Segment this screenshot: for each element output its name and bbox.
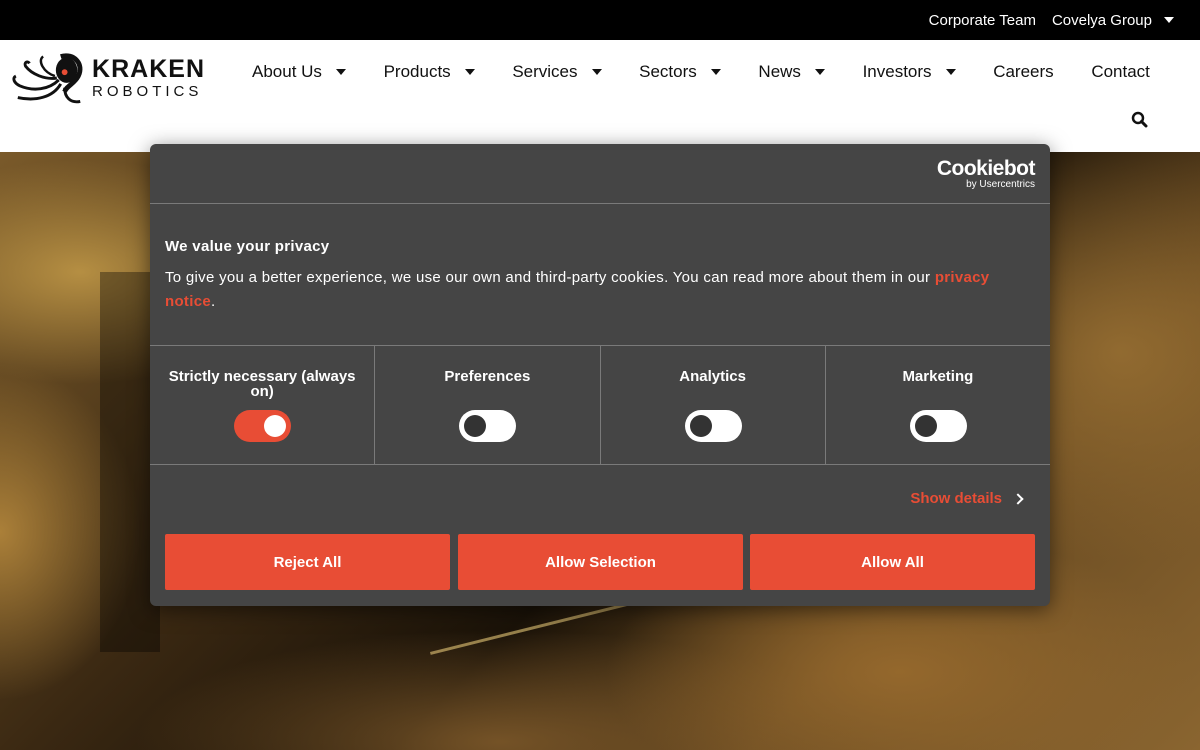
cookiebot-logo: Cookiebot by Usercentrics [936, 157, 1036, 190]
nav-label: Careers [993, 62, 1054, 81]
category-label: Marketing [902, 368, 974, 385]
preferences-toggle[interactable] [459, 410, 517, 442]
category-label: Strictly necessary (always on) [168, 368, 356, 400]
toggle-knob [464, 415, 487, 437]
caret-down-icon [945, 69, 956, 75]
nav-item-careers[interactable]: Careers [993, 62, 1053, 82]
corporate-team-link[interactable]: Corporate Team [929, 12, 1036, 29]
dialog-text: To give you a better experience, we use … [165, 269, 935, 286]
nav-label: About Us [252, 62, 322, 81]
show-details-label: Show details [910, 490, 1002, 507]
top-utility-bar: Corporate Team Covelya Group [0, 0, 1200, 40]
allow-all-button[interactable]: Allow All [750, 534, 1035, 590]
nav-item-investors[interactable]: Investors [863, 62, 956, 82]
cookiebot-brand-sub: by Usercentrics [966, 179, 1035, 190]
nav-label: Products [383, 62, 451, 81]
category-label: Analytics [679, 368, 746, 385]
toggle-knob [689, 415, 712, 437]
nav-label: Contact [1091, 62, 1150, 81]
category-label: Preferences [444, 368, 531, 385]
category-marketing: Marketing [826, 346, 1050, 464]
caret-down-icon [1164, 17, 1174, 23]
nav-label: Investors [862, 62, 932, 81]
dialog-header: Cookiebot by Usercentrics [150, 144, 1050, 204]
octopus-logo-icon [12, 53, 83, 104]
category-strictly-necessary: Strictly necessary (always on) [150, 346, 376, 464]
nav-item-about-us[interactable]: About Us [252, 62, 346, 82]
site-header: KRAKEN ROBOTICS About Us Products Servic… [0, 40, 1200, 152]
reject-all-button[interactable]: Reject All [165, 534, 450, 590]
chevron-right-icon [1012, 492, 1024, 505]
nav-item-contact[interactable]: Contact [1091, 62, 1150, 82]
logo-line1: KRAKEN [92, 55, 205, 83]
caret-down-icon [591, 69, 602, 75]
nav-item-sectors[interactable]: Sectors [639, 62, 721, 82]
nav-item-news[interactable]: News [758, 62, 825, 82]
toggle-knob [914, 415, 937, 437]
covelya-group-label: Covelya Group [1051, 11, 1152, 29]
caret-down-icon [335, 69, 346, 75]
covelya-group-dropdown[interactable]: Covelya Group [1052, 12, 1174, 29]
cookie-categories: Strictly necessary (always on) Preferenc… [150, 345, 1050, 465]
category-preferences: Preferences [375, 346, 601, 464]
allow-selection-button[interactable]: Allow Selection [458, 534, 743, 590]
nav-item-services[interactable]: Services [512, 62, 602, 82]
cookie-consent-dialog: Cookiebot by Usercentrics We value your … [150, 144, 1050, 606]
analytics-toggle[interactable] [684, 410, 742, 442]
caret-down-icon [710, 69, 721, 75]
marketing-toggle[interactable] [909, 410, 967, 442]
caret-down-icon [464, 69, 475, 75]
show-details-link[interactable]: Show details [910, 490, 1024, 507]
toggle-knob [264, 415, 287, 437]
category-analytics: Analytics [601, 346, 826, 464]
search-icon [1131, 111, 1148, 128]
nav-label: News [758, 62, 801, 81]
cookiebot-brand: Cookiebot [936, 157, 1036, 180]
nav-label: Services [512, 62, 578, 81]
nav-item-products[interactable]: Products [384, 62, 475, 82]
dialog-description: To give you a better experience, we use … [165, 266, 1035, 314]
strictly-necessary-toggle[interactable] [234, 410, 292, 442]
search-button[interactable] [1130, 110, 1150, 130]
dialog-text-end: . [210, 293, 216, 310]
nav-label: Sectors [639, 62, 697, 81]
kraken-logo[interactable]: KRAKEN ROBOTICS [10, 50, 205, 106]
corporate-team-label: Corporate Team [928, 11, 1036, 29]
logo-line2: ROBOTICS [92, 83, 203, 100]
caret-down-icon [814, 69, 825, 75]
main-nav: About Us Products Services Sectors News … [252, 62, 1150, 82]
dialog-title: We value your privacy [165, 238, 330, 255]
